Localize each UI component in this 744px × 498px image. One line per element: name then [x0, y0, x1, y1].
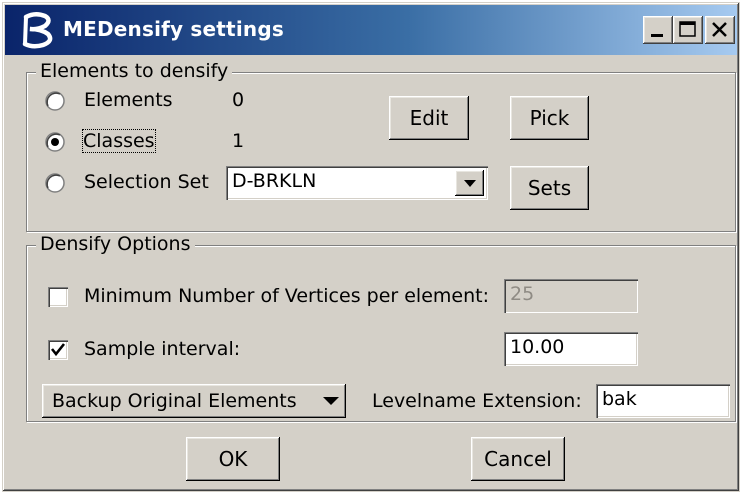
levelname-extension-value: bak: [602, 388, 637, 410]
min-vertices-checkbox[interactable]: [48, 287, 68, 307]
min-vertices-value: 25: [510, 283, 535, 305]
chevron-down-icon: [323, 397, 339, 405]
elements-group-legend: Elements to densify: [36, 60, 233, 82]
maximize-icon: [679, 21, 696, 37]
selection-set-dropdown-button[interactable]: [455, 170, 484, 196]
classes-radio[interactable]: [44, 131, 66, 153]
sample-interval-checkbox[interactable]: [48, 340, 68, 360]
selection-set-radio-label: Selection Set: [84, 171, 209, 193]
sets-button[interactable]: Sets: [510, 166, 589, 210]
backup-original-elements-menu[interactable]: Backup Original Elements: [42, 384, 346, 418]
sample-interval-label: Sample interval:: [84, 338, 241, 360]
bentley-b-icon: [21, 11, 57, 49]
cancel-button[interactable]: Cancel: [471, 437, 565, 481]
minimize-icon: [651, 34, 663, 37]
elements-radio-label: Elements: [84, 89, 173, 111]
min-vertices-label: Minimum Number of Vertices per element:: [84, 285, 489, 307]
minimize-button[interactable]: [643, 16, 673, 44]
min-vertices-input[interactable]: 25: [504, 279, 638, 313]
checkmark-icon: [50, 343, 66, 357]
backup-menu-label: Backup Original Elements: [52, 390, 297, 412]
close-button[interactable]: [705, 16, 735, 44]
window-title: MEDensify settings: [63, 17, 284, 41]
ok-button[interactable]: OK: [186, 437, 280, 481]
sample-interval-value: 10.00: [510, 336, 565, 358]
levelname-extension-label: Levelname Extension:: [372, 390, 582, 412]
maximize-button[interactable]: [673, 16, 703, 44]
classes-radio-label: Classes: [82, 129, 156, 153]
selection-set-radio[interactable]: [44, 172, 66, 194]
chevron-down-icon: [463, 179, 476, 187]
classes-count: 1: [232, 130, 245, 152]
selection-set-select[interactable]: D-BRKLN: [226, 166, 488, 200]
pick-button[interactable]: Pick: [510, 96, 589, 140]
sample-interval-input[interactable]: 10.00: [504, 332, 638, 366]
selection-set-value: D-BRKLN: [232, 170, 317, 192]
levelname-extension-input[interactable]: bak: [596, 384, 730, 418]
elements-radio[interactable]: [44, 90, 66, 112]
title-bar[interactable]: MEDensify settings: [5, 5, 737, 55]
elements-count: 0: [232, 89, 245, 111]
close-icon: [712, 22, 727, 37]
densify-options-legend: Densify Options: [36, 233, 195, 255]
edit-button[interactable]: Edit: [389, 96, 469, 140]
